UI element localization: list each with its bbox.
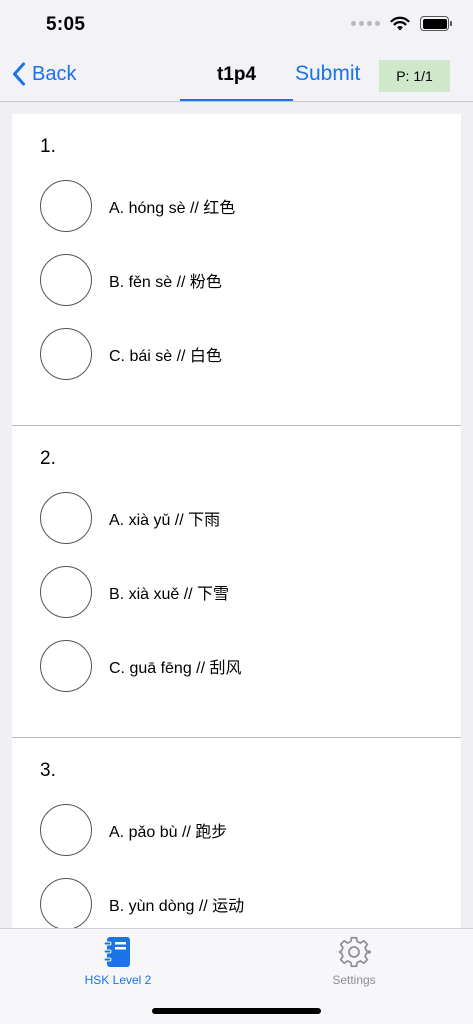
status-time: 5:05 (46, 14, 86, 35)
submit-button[interactable]: Submit (295, 62, 360, 86)
option-label: B. fěn sè // 粉色 (109, 274, 222, 291)
page-indicator-badge: P: 1/1 (379, 60, 450, 92)
chevron-left-icon (13, 62, 25, 86)
option-label: A. xià yǔ // 下雨 (109, 512, 221, 529)
option-2a[interactable]: A. xià yǔ // 下雨 (40, 492, 220, 544)
radio-button[interactable] (40, 492, 92, 544)
question-number: 2. (40, 448, 56, 469)
back-label: Back (32, 62, 77, 85)
radio-button[interactable] (40, 180, 92, 232)
status-bar: 5:05 (0, 0, 473, 50)
question-number: 3. (40, 760, 56, 781)
question-list[interactable]: 1. A. hóng sè // 红色 B. fěn sè // 粉色 C. b… (12, 114, 461, 930)
option-label: A. hóng sè // 红色 (109, 200, 236, 217)
radio-button[interactable] (40, 254, 92, 306)
option-label: B. xià xuě // 下雪 (109, 586, 230, 603)
radio-button[interactable] (40, 878, 92, 930)
option-2c[interactable]: C. guā fēng // 刮风 (40, 640, 242, 692)
option-1c[interactable]: C. bái sè // 白色 (40, 328, 222, 380)
option-3b[interactable]: B. yùn dòng // 运动 (40, 878, 244, 930)
page-title: t1p4 (216, 64, 257, 85)
radio-button[interactable] (40, 566, 92, 618)
tab-settings[interactable]: Settings (294, 935, 414, 987)
option-label: B. yùn dòng // 运动 (109, 898, 245, 915)
radio-button[interactable] (40, 640, 92, 692)
option-2b[interactable]: B. xià xuě // 下雪 (40, 566, 229, 618)
option-label: C. guā fēng // 刮风 (109, 660, 242, 677)
title-underline (180, 99, 293, 101)
radio-button[interactable] (40, 804, 92, 856)
gear-icon (338, 936, 371, 968)
question-2: 2. A. xià yǔ // 下雨 B. xià xuě // 下雪 C. g… (12, 426, 461, 738)
option-label: A. pǎo bù // 跑步 (109, 824, 228, 841)
option-label: C. bái sè // 白色 (109, 348, 222, 365)
tab-label: Settings (332, 973, 376, 987)
question-3: 3. A. pǎo bù // 跑步 B. yùn dòng // 运动 (12, 738, 461, 930)
option-3a[interactable]: A. pǎo bù // 跑步 (40, 804, 227, 856)
tab-hsk-level-2[interactable]: HSK Level 2 (58, 935, 178, 987)
wifi-icon (390, 16, 410, 31)
signal-icon (351, 21, 380, 26)
radio-button[interactable] (40, 328, 92, 380)
status-icons (351, 16, 452, 31)
home-indicator (152, 1008, 321, 1014)
question-number: 1. (40, 136, 56, 157)
option-1a[interactable]: A. hóng sè // 红色 (40, 180, 235, 232)
navigation-bar: Back t1p4 Submit P: 1/1 (0, 50, 473, 102)
notebook-icon (103, 937, 130, 967)
battery-icon (420, 16, 452, 31)
option-1b[interactable]: B. fěn sè // 粉色 (40, 254, 222, 306)
tab-label: HSK Level 2 (84, 973, 152, 987)
question-1: 1. A. hóng sè // 红色 B. fěn sè // 粉色 C. b… (12, 114, 461, 426)
screen: 5:05 Back t1p4 Submit P: 1/1 1. A. hóng … (0, 0, 473, 1024)
back-button[interactable]: Back (12, 62, 76, 86)
